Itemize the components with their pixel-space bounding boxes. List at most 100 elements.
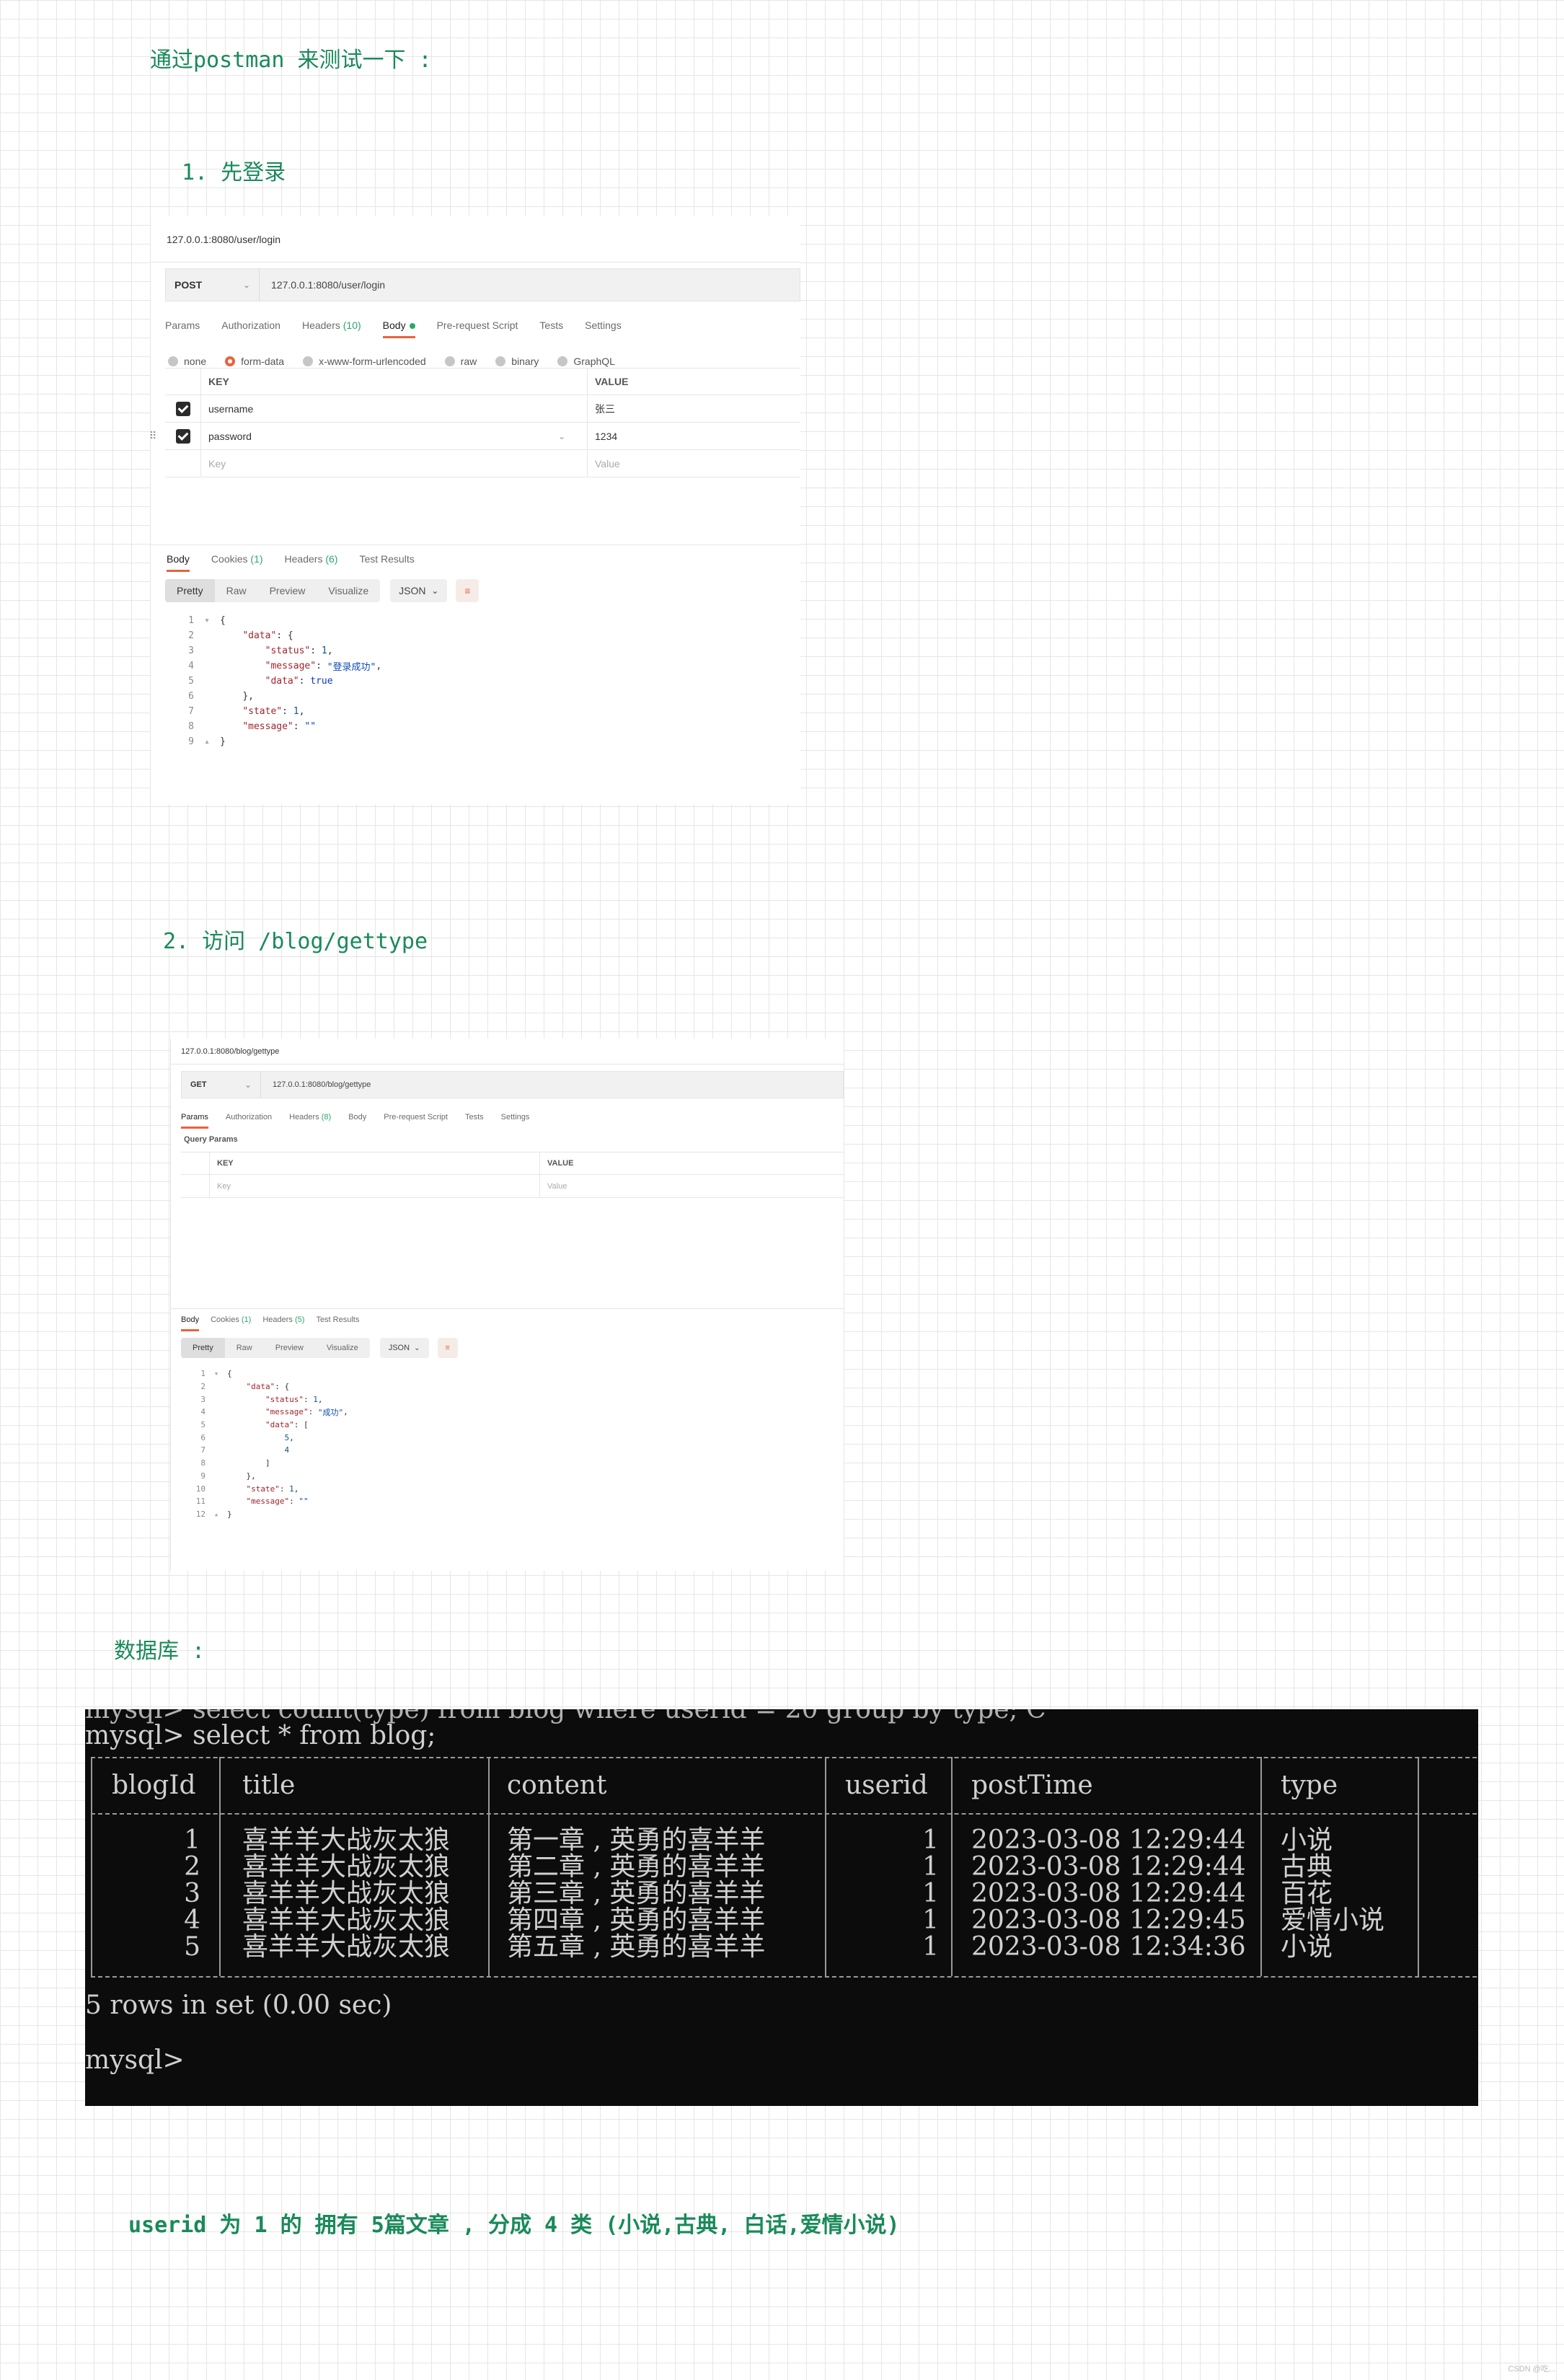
- tab-cookies[interactable]: Cookies (1): [211, 553, 263, 565]
- response-tabs: Body Cookies (1) Headers (5) Test Result…: [181, 1312, 844, 1331]
- format-select[interactable]: JSON ⌄: [379, 1338, 429, 1358]
- tab-headers[interactable]: Headers (10): [302, 319, 361, 331]
- tab-authorization[interactable]: Authorization: [226, 1113, 272, 1121]
- radio-form-data[interactable]: form-data: [225, 356, 284, 367]
- view-mode-segment: Pretty Raw Preview Visualize: [165, 579, 381, 602]
- type-cell: 古典: [1281, 1852, 1333, 1882]
- column-header: type: [1281, 1771, 1338, 1800]
- tab-authorization[interactable]: Authorization: [221, 319, 280, 331]
- radio-graphql[interactable]: GraphQL: [557, 356, 615, 367]
- tab-body[interactable]: Body: [382, 319, 415, 338]
- column-header: userid: [845, 1771, 928, 1800]
- request-tab-bar: 127.0.0.1:8080/user/login: [151, 216, 800, 263]
- chevron-down-icon[interactable]: ⌄: [558, 431, 565, 441]
- table-border-bottom: [91, 1976, 1478, 1978]
- table-header-row: KEY VALUE: [181, 1152, 844, 1175]
- response-view-controls: Pretty Raw Preview Visualize JSON ⌄ ≡: [181, 1338, 458, 1358]
- tab-params[interactable]: Params: [165, 319, 200, 331]
- wrap-lines-icon[interactable]: ≡: [437, 1338, 458, 1358]
- response-view-controls: Pretty Raw Preview Visualize JSON ⌄ ≡: [165, 579, 480, 602]
- key-cell[interactable]: password ⌄: [201, 423, 588, 449]
- userid-cell: 1: [922, 1879, 939, 1908]
- request-tab[interactable]: 127.0.0.1:8080/user/login: [167, 234, 280, 245]
- content-cell: 第五章 , 英勇的喜羊羊: [507, 1932, 766, 1962]
- posttime-cell: 2023-03-08 12:29:44: [971, 1825, 1246, 1855]
- view-raw[interactable]: Raw: [225, 1338, 264, 1358]
- response-json: 1 ▾{ 2 "data": { 3 "status": 1, 4 "messag…: [195, 1369, 348, 1519]
- column-header: title: [242, 1771, 296, 1800]
- request-tab[interactable]: 127.0.0.1:8080/blog/gettype: [181, 1047, 279, 1056]
- tab-tests[interactable]: Tests: [539, 319, 563, 331]
- view-pretty[interactable]: Pretty: [165, 579, 215, 602]
- key-cell[interactable]: username: [201, 395, 588, 422]
- view-visualize[interactable]: Visualize: [315, 1338, 370, 1358]
- method-select[interactable]: GET ⌄: [182, 1072, 261, 1098]
- key-placeholder[interactable]: Key: [210, 1175, 540, 1197]
- radio-selected-icon: [225, 356, 236, 366]
- url-input[interactable]: 127.0.0.1:8080/user/login: [260, 279, 385, 291]
- drag-handle-icon[interactable]: ⠿: [151, 430, 156, 442]
- column-header: content: [507, 1771, 607, 1800]
- userid-cell: 1: [922, 1852, 939, 1882]
- radio-icon: [303, 356, 314, 366]
- tab-cookies[interactable]: Cookies (1): [211, 1315, 251, 1324]
- tab-pre-request-script[interactable]: Pre-request Script: [437, 319, 518, 331]
- tab-response-body[interactable]: Body: [167, 553, 190, 572]
- key-placeholder[interactable]: Key: [201, 450, 588, 477]
- table-border-top: [91, 1757, 1478, 1758]
- tab-params[interactable]: Params: [181, 1113, 208, 1129]
- content-cell: 第二章 , 英勇的喜羊羊: [507, 1852, 766, 1882]
- blogid-cell: 3: [184, 1879, 200, 1908]
- tab-body[interactable]: Body: [348, 1113, 366, 1121]
- value-placeholder[interactable]: Value: [540, 1175, 567, 1197]
- title-cell: 喜羊羊大战灰太狼: [242, 1905, 451, 1935]
- radio-binary[interactable]: binary: [495, 356, 539, 367]
- row-check-cell: [165, 450, 201, 477]
- url-input[interactable]: 127.0.0.1:8080/blog/gettype: [261, 1080, 371, 1089]
- table-row: ⠿ password⌄ 1234: [151, 423, 800, 450]
- header-check-cell: [181, 1152, 210, 1174]
- title-cell: 喜羊羊大战灰太狼: [242, 1825, 451, 1855]
- tab-pre-request-script[interactable]: Pre-request Script: [384, 1113, 448, 1121]
- column-separator: [91, 1757, 92, 1976]
- tab-headers[interactable]: Headers (8): [289, 1113, 331, 1121]
- content-cell: 第三章 , 英勇的喜羊羊: [507, 1879, 766, 1908]
- tab-test-results[interactable]: Test Results: [316, 1315, 359, 1324]
- method-select[interactable]: POST ⌄: [166, 269, 260, 301]
- view-preview[interactable]: Preview: [264, 1338, 315, 1358]
- value-cell[interactable]: 张三: [588, 395, 615, 422]
- value-placeholder[interactable]: Value: [588, 450, 620, 477]
- tab-settings[interactable]: Settings: [501, 1113, 530, 1121]
- tab-settings[interactable]: Settings: [585, 319, 622, 331]
- checkbox-checked-icon[interactable]: [175, 428, 190, 444]
- title-cell: 喜羊羊大战灰太狼: [242, 1852, 451, 1882]
- radio-icon: [444, 356, 455, 366]
- format-select[interactable]: JSON ⌄: [390, 579, 448, 602]
- url-bar: GET ⌄ 127.0.0.1:8080/blog/gettype: [181, 1071, 844, 1098]
- request-subtabs: Params Authorization Headers (8) Body Pr…: [181, 1109, 844, 1129]
- wrap-lines-icon[interactable]: ≡: [456, 579, 480, 602]
- table-row: username 张三: [165, 395, 800, 423]
- command-line: mysql> select * from blog;: [85, 1721, 436, 1750]
- chevron-down-icon: ⌄: [431, 586, 439, 596]
- view-pretty[interactable]: Pretty: [181, 1338, 225, 1358]
- response-json: 1 ▾{ 2 "data": { 3 "status": 1, 4 "messag…: [188, 615, 382, 747]
- mysql-prompt[interactable]: mysql>: [85, 2047, 185, 2073]
- radio-raw[interactable]: raw: [444, 356, 477, 367]
- value-cell[interactable]: 1234: [588, 423, 617, 449]
- radio-urlencoded[interactable]: x-www-form-urlencoded: [303, 356, 426, 367]
- column-header: postTime: [971, 1771, 1093, 1800]
- radio-none[interactable]: none: [168, 356, 206, 367]
- tab-test-results[interactable]: Test Results: [359, 553, 414, 565]
- view-raw[interactable]: Raw: [215, 579, 258, 602]
- request-subtabs: Params Authorization Headers (10) Body P…: [165, 314, 800, 338]
- tab-response-headers[interactable]: Headers (5): [262, 1315, 304, 1324]
- tab-response-body[interactable]: Body: [181, 1315, 200, 1331]
- title-cell: 喜羊羊大战灰太狼: [242, 1932, 451, 1962]
- view-preview[interactable]: Preview: [258, 579, 317, 602]
- blogid-cell: 1: [184, 1825, 200, 1855]
- tab-response-headers[interactable]: Headers (6): [285, 553, 338, 565]
- tab-tests[interactable]: Tests: [465, 1113, 484, 1121]
- view-visualize[interactable]: Visualize: [317, 579, 380, 602]
- checkbox-checked-icon[interactable]: [175, 401, 190, 416]
